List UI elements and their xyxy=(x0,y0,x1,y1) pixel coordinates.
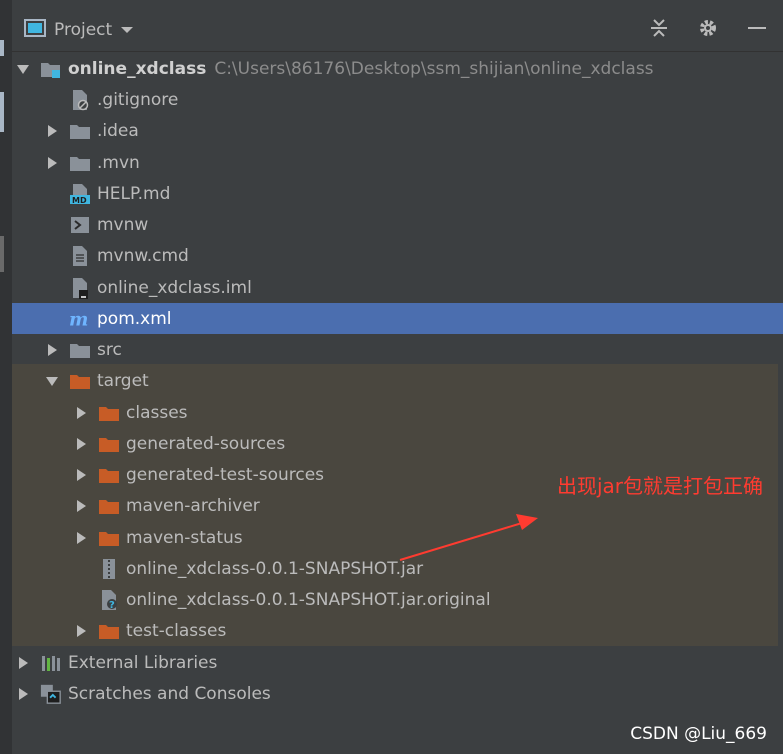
watermark: CSDN @Liu_669 xyxy=(630,724,767,744)
annotation-arrow xyxy=(399,514,538,561)
annotation-text: 出现jar包就是打包正确 xyxy=(557,474,764,498)
